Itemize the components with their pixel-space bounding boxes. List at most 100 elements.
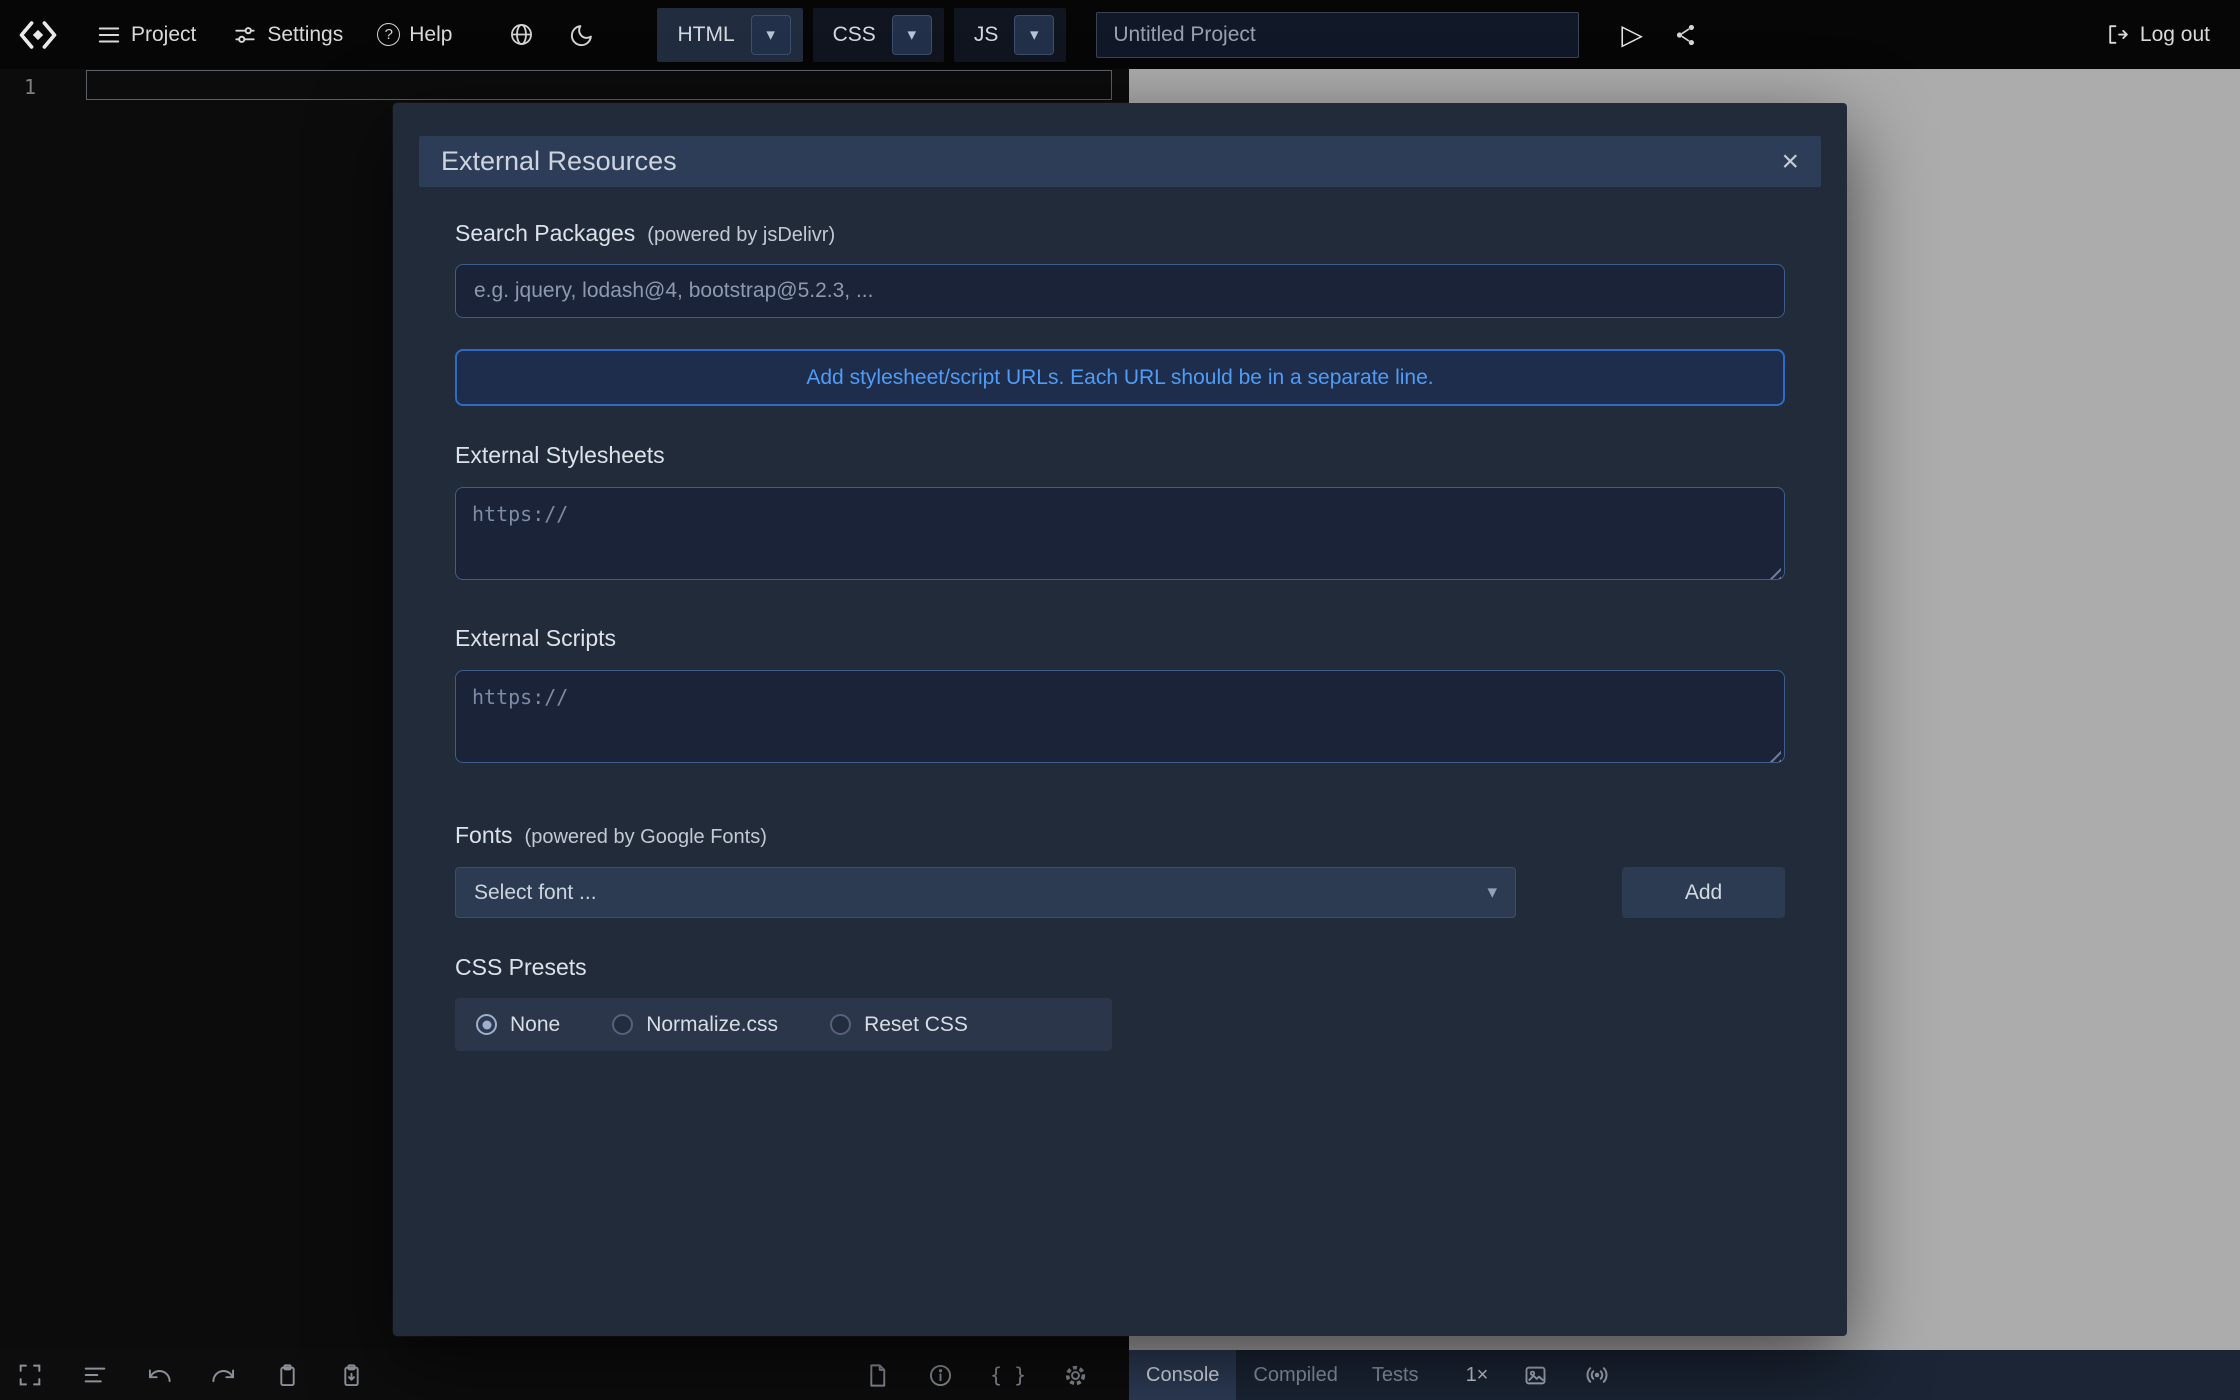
focus-mode-button[interactable] xyxy=(16,1361,44,1389)
preset-none-label: None xyxy=(510,1013,560,1037)
project-menu[interactable]: Project xyxy=(96,22,196,48)
info-icon xyxy=(927,1362,954,1389)
modal-header: External Resources × xyxy=(419,136,1821,187)
preset-reset-radio[interactable]: Reset CSS xyxy=(830,1013,968,1037)
radio-icon xyxy=(476,1014,497,1035)
preset-normalize-radio[interactable]: Normalize.css xyxy=(612,1013,778,1037)
tab-html-label: HTML xyxy=(677,23,734,47)
url-note-text: Add stylesheet/script URLs. Each URL sho… xyxy=(806,366,1433,390)
modal-title: External Resources xyxy=(441,146,677,177)
js-language-dropdown[interactable]: ▾ xyxy=(1014,15,1054,55)
file-code-icon xyxy=(864,1362,891,1389)
console-tab-label: Console xyxy=(1146,1364,1219,1387)
help-icon: ? xyxy=(377,23,400,46)
logout-icon xyxy=(2105,22,2130,47)
logout-button[interactable]: Log out xyxy=(2105,22,2210,47)
undo-icon xyxy=(146,1362,173,1389)
preset-reset-label: Reset CSS xyxy=(864,1013,968,1037)
editor-settings-button[interactable] xyxy=(1062,1362,1089,1389)
font-select[interactable]: Select font ... ▾ xyxy=(455,867,1516,918)
fonts-label-row: Fonts (powered by Google Fonts) xyxy=(455,822,1785,849)
clipboard-arrow-icon xyxy=(338,1362,365,1389)
css-presets-label-row: CSS Presets xyxy=(455,954,1785,981)
search-packages-label: Search Packages xyxy=(455,220,635,247)
stylesheets-textarea-wrap xyxy=(455,487,1785,585)
stylesheets-textarea[interactable] xyxy=(455,487,1785,580)
fonts-hint: (powered by Google Fonts) xyxy=(525,826,767,849)
run-button[interactable]: ▷ xyxy=(1621,21,1643,49)
console-tab[interactable]: Console xyxy=(1129,1350,1236,1400)
tab-js-label: JS xyxy=(974,23,999,47)
radio-icon xyxy=(830,1014,851,1035)
chevron-down-icon: ▾ xyxy=(908,25,917,45)
logout-label: Log out xyxy=(2140,23,2210,47)
top-bar: Project Settings ? Help HTML ▾ C xyxy=(0,0,2240,69)
format-icon xyxy=(81,1361,109,1389)
translate-button[interactable] xyxy=(508,21,535,48)
screenshot-button[interactable] xyxy=(1522,1362,1549,1389)
modal-body: Search Packages (powered by jsDelivr) Ad… xyxy=(393,220,1847,1051)
url-note-banner: Add stylesheet/script URLs. Each URL sho… xyxy=(455,349,1785,406)
screenshot-icon xyxy=(1522,1362,1549,1389)
chevron-down-icon: ▾ xyxy=(1030,25,1039,45)
settings-menu-label: Settings xyxy=(267,23,343,47)
stylesheets-label-row: External Stylesheets xyxy=(455,442,1785,469)
editor-toolbar: { } xyxy=(0,1350,1129,1400)
broadcast-button[interactable] xyxy=(1583,1361,1611,1389)
file-actions-button[interactable] xyxy=(864,1362,891,1389)
tests-tab[interactable]: Tests xyxy=(1355,1350,1436,1400)
share-icon xyxy=(1673,22,1699,48)
tab-html[interactable]: HTML ▾ xyxy=(657,8,802,62)
radio-icon xyxy=(612,1014,633,1035)
scripts-label-row: External Scripts xyxy=(455,625,1785,652)
paste-button[interactable] xyxy=(338,1362,365,1389)
css-language-dropdown[interactable]: ▾ xyxy=(892,15,932,55)
editor-tabs: HTML ▾ CSS ▾ JS ▾ xyxy=(657,0,1066,69)
project-title-input[interactable] xyxy=(1096,12,1579,58)
moon-icon xyxy=(569,22,595,48)
search-packages-hint: (powered by jsDelivr) xyxy=(647,224,835,247)
copy-button[interactable] xyxy=(274,1362,301,1389)
line-number: 1 xyxy=(24,75,36,99)
share-button[interactable] xyxy=(1673,22,1699,48)
settings-menu[interactable]: Settings xyxy=(232,22,343,48)
scripts-textarea[interactable] xyxy=(455,670,1785,763)
format-button[interactable] xyxy=(81,1361,109,1389)
settings-sliders-icon xyxy=(232,22,258,48)
font-select-row: Select font ... ▾ Add xyxy=(455,867,1785,918)
compiled-tab-label: Compiled xyxy=(1253,1364,1337,1387)
result-zoom-button[interactable]: 1× xyxy=(1466,1364,1489,1387)
font-select-value: Select font ... xyxy=(474,881,597,905)
add-font-button[interactable]: Add xyxy=(1622,867,1785,918)
editor-toolbar-right-group: { } xyxy=(864,1362,1089,1389)
preset-normalize-label: Normalize.css xyxy=(646,1013,778,1037)
tests-tab-label: Tests xyxy=(1372,1364,1419,1387)
help-menu[interactable]: ? Help xyxy=(377,23,452,47)
redo-icon xyxy=(210,1362,237,1389)
app-logo[interactable] xyxy=(16,13,60,57)
clipboard-icon xyxy=(274,1362,301,1389)
tab-css[interactable]: CSS ▾ xyxy=(813,8,944,62)
braces-icon: { } xyxy=(990,1363,1026,1387)
preset-none-radio[interactable]: None xyxy=(476,1013,560,1037)
redo-button[interactable] xyxy=(210,1362,237,1389)
info-button[interactable] xyxy=(927,1362,954,1389)
editor-active-line[interactable] xyxy=(86,70,1112,100)
external-resources-modal: External Resources × Search Packages (po… xyxy=(393,103,1847,1336)
tab-css-label: CSS xyxy=(833,23,876,47)
undo-button[interactable] xyxy=(146,1362,173,1389)
add-font-button-label: Add xyxy=(1685,881,1722,905)
tab-js[interactable]: JS ▾ xyxy=(954,8,1067,62)
editor-toolbar-left-group xyxy=(0,1361,365,1389)
custom-settings-button[interactable]: { } xyxy=(990,1363,1026,1387)
chevron-down-icon: ▾ xyxy=(766,25,775,45)
translate-icon xyxy=(508,21,535,48)
html-language-dropdown[interactable]: ▾ xyxy=(751,15,791,55)
compiled-tab[interactable]: Compiled xyxy=(1236,1350,1354,1400)
dark-mode-toggle[interactable] xyxy=(569,22,595,48)
package-search-input[interactable] xyxy=(455,264,1785,318)
external-scripts-label: External Scripts xyxy=(455,625,616,652)
scripts-textarea-wrap xyxy=(455,670,1785,768)
close-icon[interactable]: × xyxy=(1781,147,1799,177)
logo-icon xyxy=(16,13,60,57)
